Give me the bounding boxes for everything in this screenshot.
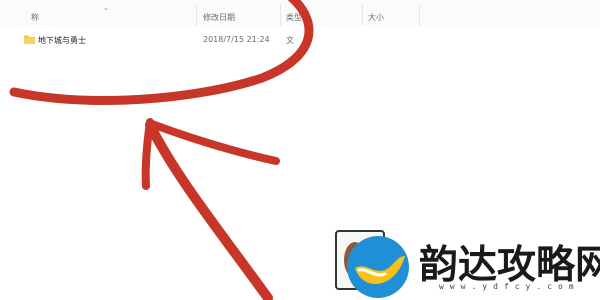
- watermark-logo: 韵达攻略网 www.ydfcy.com: [335, 230, 600, 300]
- column-divider[interactable]: [362, 4, 363, 26]
- folder-icon: [24, 35, 35, 44]
- logo-bird-icon: [347, 236, 409, 298]
- column-header-name[interactable]: 称: [31, 12, 39, 23]
- file-name: 地下城与勇士: [38, 36, 86, 45]
- column-divider[interactable]: [280, 4, 281, 26]
- column-header-type[interactable]: 类型: [286, 12, 302, 23]
- column-divider[interactable]: [196, 4, 197, 26]
- column-header-size[interactable]: 大小: [368, 12, 384, 23]
- column-header-bar: ⌄ 称 修改日期 类型 大小: [0, 0, 600, 26]
- file-row[interactable]: 地下城与勇士 2018/7/15 21:24 文: [0, 31, 420, 47]
- column-divider[interactable]: [419, 4, 420, 26]
- file-date-modified: 2018/7/15 21:24: [203, 35, 270, 44]
- file-type: 文: [286, 36, 294, 45]
- column-header-date-modified[interactable]: 修改日期: [203, 12, 235, 23]
- sort-chevron-icon[interactable]: ⌄: [103, 4, 109, 12]
- watermark-url: www.ydfcy.com: [439, 282, 580, 291]
